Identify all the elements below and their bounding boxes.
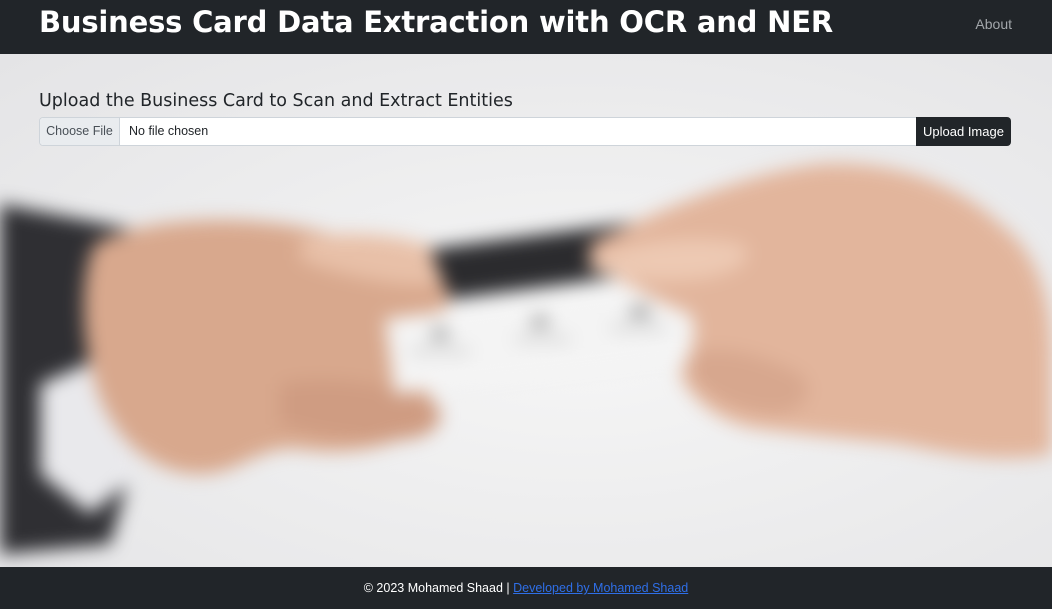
card-text-1 — [410, 349, 470, 353]
upload-input-group: Choose File No file chosen Upload Image — [39, 117, 1011, 146]
choose-file-button[interactable]: Choose File — [40, 118, 120, 145]
card-logo-1 — [431, 328, 449, 340]
footer: © 2023 Mohamed Shaad | Developed by Moha… — [0, 567, 1052, 609]
card-logo-2 — [531, 316, 549, 328]
upload-image-button[interactable]: Upload Image — [916, 117, 1011, 146]
footer-text: © 2023 Mohamed Shaad | Developed by Moha… — [364, 581, 689, 596]
navbar: Business Card Data Extraction with OCR a… — [0, 0, 1052, 54]
card-logo-3 — [629, 306, 651, 318]
copyright-text: © 2023 Mohamed Shaad — [363, 581, 503, 595]
file-input[interactable]: Choose File No file chosen — [39, 117, 916, 146]
card-text-3 — [610, 326, 665, 330]
app-title: Business Card Data Extraction with OCR a… — [39, 5, 833, 39]
footer-separator: | — [502, 581, 514, 595]
upload-heading: Upload the Business Card to Scan and Ext… — [39, 91, 513, 111]
card-text-2 — [515, 337, 570, 341]
upload-form: Upload the Business Card to Scan and Ext… — [39, 88, 1011, 146]
page: Business Card Data Extraction with OCR a… — [0, 0, 1052, 609]
about-nav-link[interactable]: About — [975, 15, 1012, 33]
file-status-text: No file chosen — [129, 124, 209, 138]
developer-link[interactable]: Developed by Mohamed Shaad — [513, 581, 688, 595]
